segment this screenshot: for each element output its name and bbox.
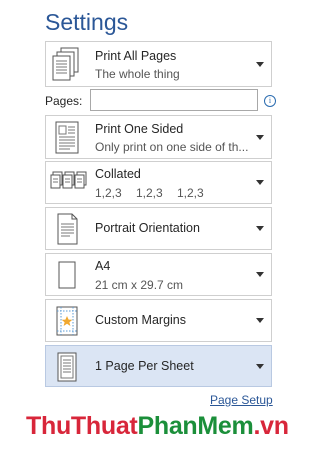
print-sides-dropdown[interactable]: Print One Sided Only print on one side o…	[45, 115, 272, 159]
margins-dropdown[interactable]: Custom Margins	[45, 299, 272, 342]
collation-sequence-2: 1,2,3	[136, 186, 163, 200]
pages-stack-icon	[52, 47, 82, 86]
paper-size-dimensions: 21 cm x 29.7 cm	[95, 278, 184, 292]
site-watermark: ThuThuatPhanMem.vn	[26, 412, 289, 441]
page-setup-link[interactable]: Page Setup	[210, 393, 273, 407]
chevron-down-icon	[256, 62, 264, 67]
print-range-description: The whole thing	[95, 67, 180, 81]
paper-size-icon	[52, 259, 82, 296]
watermark-part-1: ThuThuat	[26, 412, 138, 440]
watermark-part-2: PhanMem	[137, 412, 254, 440]
pages-input[interactable]	[90, 89, 258, 111]
watermark-part-3: .vn	[253, 412, 289, 440]
chevron-down-icon	[256, 180, 264, 185]
collation-dropdown[interactable]: Collated 1,2,3 1,2,3 1,2,3	[45, 161, 272, 204]
chevron-down-icon	[256, 318, 264, 323]
pages-per-sheet-label: 1 Page Per Sheet	[95, 359, 194, 373]
chevron-down-icon	[256, 272, 264, 277]
collation-sequence-1: 1,2,3	[95, 186, 122, 200]
collated-pages-icon	[50, 171, 88, 202]
portrait-page-icon	[52, 213, 82, 250]
paper-size-dropdown[interactable]: A4 21 cm x 29.7 cm	[45, 253, 272, 296]
pages-per-sheet-dropdown[interactable]: 1 Page Per Sheet	[45, 345, 272, 387]
orientation-label: Portrait Orientation	[95, 221, 200, 235]
chevron-down-icon	[256, 226, 264, 231]
chevron-down-icon	[256, 135, 264, 140]
margins-label: Custom Margins	[95, 313, 186, 327]
orientation-dropdown[interactable]: Portrait Orientation	[45, 207, 272, 250]
print-sides-description: Only print on one side of th...	[95, 140, 249, 154]
collation-label: Collated	[95, 167, 141, 181]
one-sided-page-icon	[52, 121, 82, 160]
settings-title: Settings	[45, 9, 129, 35]
print-sides-label: Print One Sided	[95, 122, 184, 136]
single-page-sheet-icon	[52, 351, 82, 388]
print-range-dropdown[interactable]: Print All Pages The whole thing	[45, 41, 272, 87]
paper-size-label: A4	[95, 259, 111, 273]
chevron-down-icon	[256, 364, 264, 369]
custom-margins-icon	[52, 305, 82, 342]
info-icon[interactable]: i	[264, 95, 276, 107]
print-range-label: Print All Pages	[95, 49, 177, 63]
collation-sequence-3: 1,2,3	[177, 186, 204, 200]
pages-label: Pages:	[45, 94, 83, 108]
